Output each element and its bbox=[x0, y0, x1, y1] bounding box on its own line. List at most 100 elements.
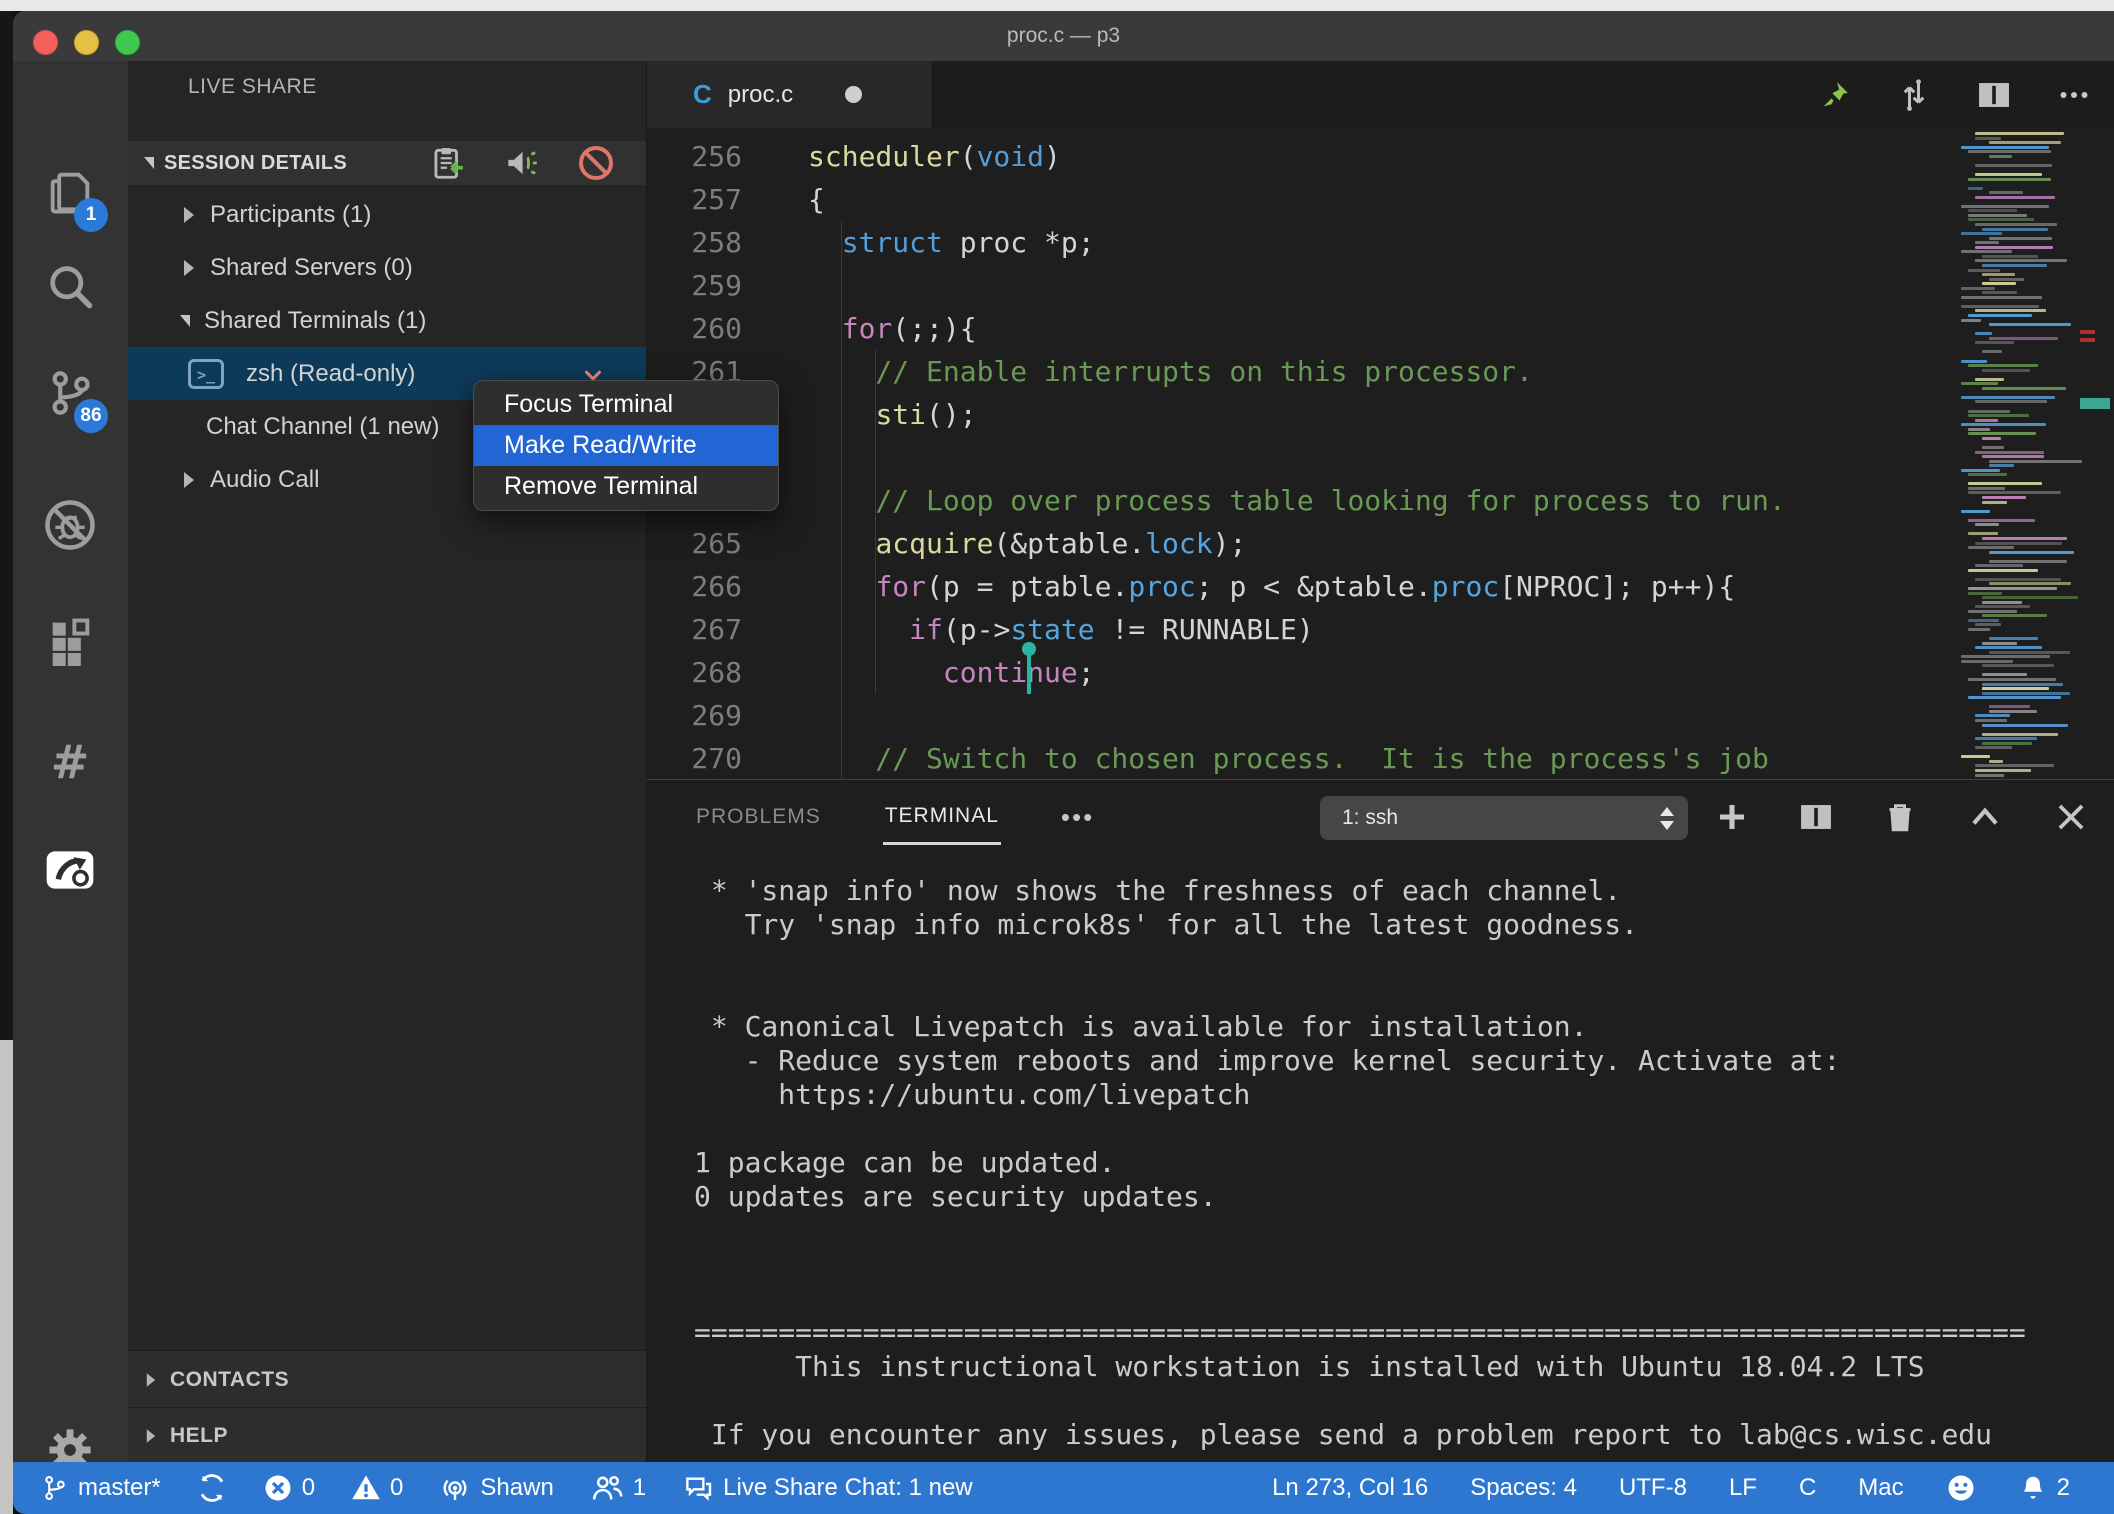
minimap-line bbox=[1968, 619, 1999, 622]
smiley-icon bbox=[1946, 1473, 1976, 1503]
sidebar-title: LIVE SHARE bbox=[188, 75, 317, 99]
code-line[interactable]: 268 continue; bbox=[647, 651, 2114, 694]
status-ln[interactable]: Ln 273, Col 16 bbox=[1272, 1474, 1428, 1502]
status-live[interactable]: Live Share Chat: 1 new bbox=[682, 1472, 972, 1504]
panel-tab-terminal[interactable]: TERMINAL bbox=[883, 790, 1001, 845]
modified-dot-icon[interactable] bbox=[845, 86, 862, 103]
activity-item-live-share[interactable] bbox=[40, 840, 100, 900]
status-sync[interactable] bbox=[197, 1473, 227, 1503]
status-master*[interactable]: master* bbox=[41, 1474, 161, 1502]
kill-terminal-icon[interactable] bbox=[1882, 799, 1918, 835]
status-smiley[interactable] bbox=[1946, 1473, 1976, 1503]
minimap-line bbox=[1968, 546, 2014, 549]
code-text: struct proc *p; bbox=[808, 221, 1095, 264]
status-label: Ln 273, Col 16 bbox=[1272, 1474, 1428, 1502]
tree-item-shared-terminals-1-[interactable]: Shared Terminals (1) bbox=[128, 294, 646, 347]
code-text: acquire(&ptable.lock); bbox=[808, 522, 1246, 565]
code-text: // Enable interrupts on this processor. bbox=[808, 350, 1533, 393]
maximize-panel-icon[interactable] bbox=[1966, 798, 2004, 836]
menu-item-make-read-write[interactable]: Make Read/Write bbox=[474, 425, 778, 466]
minimap-line bbox=[1982, 264, 2047, 267]
code-line[interactable]: 260 for(;;){ bbox=[647, 307, 2114, 350]
activity-item-extensions[interactable] bbox=[40, 610, 100, 670]
minimap-line bbox=[1982, 664, 2054, 667]
new-terminal-icon[interactable] bbox=[1714, 799, 1750, 835]
ruler-cursor-marker bbox=[2080, 398, 2110, 409]
tree-item-participants-1-[interactable]: Participants (1) bbox=[128, 188, 646, 241]
status-0[interactable]: 0 bbox=[263, 1473, 315, 1503]
clipboard-copy-icon[interactable] bbox=[428, 144, 466, 182]
status-2[interactable]: 2 bbox=[2018, 1473, 2070, 1503]
code-line[interactable]: 259 bbox=[647, 264, 2114, 307]
activity-item-slack[interactable]: # bbox=[40, 732, 100, 792]
editor-tab-bar: C proc.c bbox=[647, 61, 2114, 128]
sidebar-section-help[interactable]: HELP bbox=[128, 1407, 646, 1463]
minimap-line bbox=[1982, 601, 2022, 604]
compare-changes-icon[interactable] bbox=[1896, 77, 1932, 113]
split-terminal-icon[interactable] bbox=[1798, 799, 1834, 835]
minimap-line bbox=[1968, 532, 1998, 535]
minimap-line bbox=[1975, 623, 2001, 626]
people-icon bbox=[590, 1471, 624, 1505]
minimap[interactable] bbox=[1955, 128, 2085, 779]
code-text: for(;;){ bbox=[808, 307, 977, 350]
minimap-line bbox=[1982, 387, 2066, 390]
tab-proc-c[interactable]: C proc.c bbox=[647, 61, 933, 128]
minimap-line bbox=[1961, 755, 1990, 758]
more-actions-icon[interactable] bbox=[2056, 77, 2092, 113]
status-1[interactable]: 1 bbox=[590, 1471, 646, 1505]
block-icon[interactable] bbox=[576, 143, 616, 183]
code-line[interactable]: 269 bbox=[647, 694, 2114, 737]
code-editor[interactable]: 256scheduler(void)257{258 struct proc *p… bbox=[647, 128, 2114, 779]
status-shawn[interactable]: Shawn bbox=[439, 1472, 553, 1504]
speaker-icon[interactable] bbox=[502, 144, 540, 182]
ruler-error-marker bbox=[2080, 338, 2095, 342]
indent-guide bbox=[841, 221, 842, 779]
search-icon bbox=[44, 260, 96, 312]
status-lf[interactable]: LF bbox=[1729, 1474, 1757, 1502]
live-share-icon bbox=[42, 842, 98, 898]
split-editor-icon[interactable] bbox=[1976, 77, 2012, 113]
close-panel-icon[interactable] bbox=[2052, 798, 2090, 836]
minimap-line bbox=[1968, 610, 2017, 613]
status-utf-8[interactable]: UTF-8 bbox=[1619, 1474, 1687, 1502]
menu-item-remove-terminal[interactable]: Remove Terminal bbox=[474, 466, 778, 507]
minimap-line bbox=[1975, 746, 2012, 749]
status-0[interactable]: 0 bbox=[351, 1473, 403, 1503]
code-line[interactable]: 261 // Enable interrupts on this process… bbox=[647, 350, 2114, 393]
code-line[interactable]: 263 bbox=[647, 436, 2114, 479]
code-line[interactable]: 270 // Switch to chosen process. It is t… bbox=[647, 737, 2114, 779]
status-c[interactable]: C bbox=[1799, 1474, 1816, 1502]
code-line[interactable]: 267 if(p->state != RUNNABLE) bbox=[647, 608, 2114, 651]
code-line[interactable]: 262 sti(); bbox=[647, 393, 2114, 436]
status-mac[interactable]: Mac bbox=[1858, 1474, 1903, 1502]
status-spaces[interactable]: Spaces: 4 bbox=[1470, 1474, 1577, 1502]
tree-item-label: Shared Terminals (1) bbox=[204, 307, 426, 335]
code-text: for(p = ptable.proc; p < &ptable.proc[NP… bbox=[808, 565, 1735, 608]
activity-item-explorer[interactable]: 1 bbox=[40, 162, 100, 222]
status-label: Live Share Chat: 1 new bbox=[723, 1474, 972, 1502]
menu-item-focus-terminal[interactable]: Focus Terminal bbox=[474, 384, 778, 425]
panel-more-icon[interactable]: ••• bbox=[1061, 802, 1094, 833]
code-line[interactable]: 265 acquire(&ptable.lock); bbox=[647, 522, 2114, 565]
code-line[interactable]: 258 struct proc *p; bbox=[647, 221, 2114, 264]
code-line[interactable]: 257{ bbox=[647, 178, 2114, 221]
minimap-line bbox=[1975, 378, 2004, 381]
line-number: 270 bbox=[647, 737, 742, 779]
terminal-output[interactable]: * 'snap info' now shows the freshness of… bbox=[694, 874, 2026, 1486]
code-line[interactable]: 266 for(p = ptable.proc; p < &ptable.pro… bbox=[647, 565, 2114, 608]
session-details-header[interactable]: SESSION DETAILS bbox=[128, 141, 646, 185]
activity-item-search[interactable] bbox=[40, 256, 100, 316]
activity-item-debug[interactable] bbox=[40, 495, 100, 555]
pin-icon[interactable] bbox=[1818, 78, 1852, 112]
sidebar-section-contacts[interactable]: CONTACTS bbox=[128, 1350, 646, 1408]
title-bar[interactable]: proc.c — p3 bbox=[13, 11, 2114, 62]
tree-item-shared-servers-0-[interactable]: Shared Servers (0) bbox=[128, 241, 646, 294]
activity-item-source-control[interactable]: 86 bbox=[40, 363, 100, 423]
code-line[interactable]: 264 // Loop over process table looking f… bbox=[647, 479, 2114, 522]
panel-tab-problems[interactable]: PROBLEMS bbox=[694, 791, 823, 843]
code-line[interactable]: 256scheduler(void) bbox=[647, 135, 2114, 178]
terminal-picker-select[interactable]: 1: ssh bbox=[1320, 796, 1688, 840]
c-language-icon: C bbox=[693, 79, 712, 110]
minimap-line bbox=[1968, 696, 2061, 699]
